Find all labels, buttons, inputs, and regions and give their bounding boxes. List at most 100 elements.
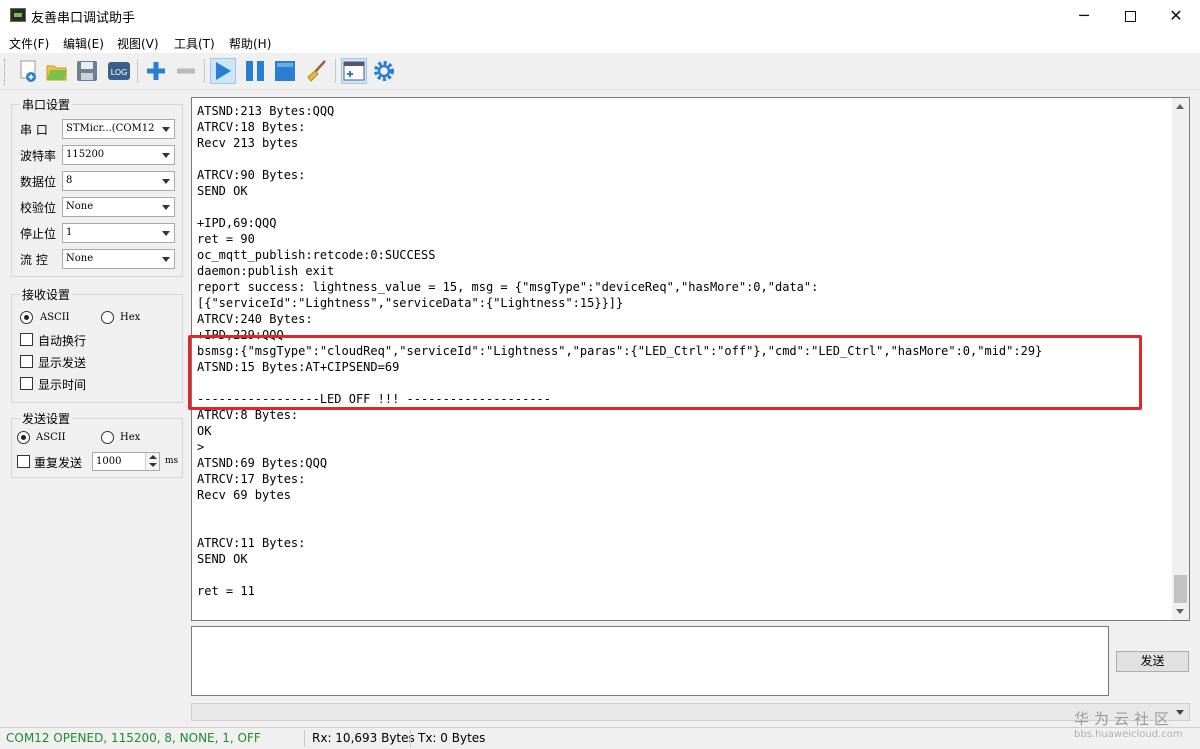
send-ascii-radio[interactable] (17, 431, 30, 444)
receive-line: Recv 69 bytes (197, 488, 291, 502)
watermark-sub: bbs.huaweicloud.com (1074, 729, 1183, 740)
menu-help[interactable]: 帮助(H) (229, 35, 271, 52)
receive-line: ATRCV:90 Bytes: (197, 168, 306, 182)
log-label: LOG (111, 68, 128, 77)
close-button[interactable]: ✕ (1153, 0, 1199, 31)
play-icon[interactable] (210, 58, 236, 84)
plus-icon[interactable] (143, 58, 169, 84)
chevron-down-icon (158, 224, 174, 242)
show-time-checkbox[interactable] (20, 377, 33, 390)
receive-line: ret = 90 (197, 232, 255, 246)
databits-label: 数据位 (20, 175, 57, 189)
parity-select[interactable]: None (62, 197, 175, 217)
receive-line: report success: lightness_value = 15, ms… (197, 280, 819, 294)
stop-icon[interactable] (272, 58, 298, 84)
repeat-interval-stepper[interactable]: 1000 (92, 452, 160, 471)
receive-line: SEND OK (197, 552, 248, 566)
toolbar-grip (4, 59, 7, 85)
receive-line (197, 519, 1167, 535)
toolbar-separator (335, 59, 336, 83)
watermark-main: 华为云社区 (1074, 710, 1175, 728)
baud-select[interactable]: 115200 (62, 145, 175, 165)
receive-line: [{"serviceId":"Lightness","serviceData":… (197, 296, 624, 310)
maximize-button[interactable] (1107, 0, 1153, 31)
gear-icon[interactable] (371, 58, 397, 84)
parity-label: 校验位 (20, 201, 57, 215)
send-settings-title: 发送设置 (20, 410, 73, 427)
toolbar: LOG (0, 53, 1200, 90)
app-icon (10, 8, 26, 22)
receive-line (197, 199, 1167, 215)
scroll-down-icon[interactable] (1172, 603, 1189, 620)
repeat-send-checkbox[interactable] (17, 455, 30, 468)
receive-ascii-radio[interactable] (20, 311, 33, 324)
receive-line: ret = 11 (197, 584, 255, 598)
send-button[interactable]: 发送 (1116, 651, 1189, 672)
receive-line (197, 567, 1167, 583)
receive-line: ATRCV:18 Bytes: (197, 120, 306, 134)
chevron-down-icon (158, 172, 174, 190)
stopbits-value: 1 (66, 227, 73, 238)
receive-hex-radio[interactable] (101, 311, 114, 324)
stopbits-select[interactable]: 1 (62, 223, 175, 243)
vertical-scrollbar[interactable] (1172, 98, 1189, 620)
receive-line: ATSND:213 Bytes:QQQ (197, 104, 335, 118)
receive-line (197, 151, 1167, 167)
port-label: 串 口 (20, 123, 48, 137)
open-icon[interactable] (44, 58, 70, 84)
flow-value: None (66, 253, 94, 264)
auto-newline-checkbox[interactable] (20, 333, 33, 346)
send-textarea[interactable] (191, 626, 1109, 696)
rx-count: Rx: 10,693 Bytes (312, 731, 415, 745)
receive-line: > (197, 440, 205, 454)
window-icon[interactable] (341, 58, 367, 84)
chevron-down-icon (158, 198, 174, 216)
new-icon[interactable] (16, 58, 42, 84)
pause-icon[interactable] (242, 58, 268, 84)
receive-line: daemon:publish exit (197, 264, 335, 278)
show-time-label: 显示时间 (38, 378, 87, 392)
connection-status: COM12 OPENED, 115200, 8, NONE, 1, OFF (6, 731, 261, 745)
flow-label: 流 控 (20, 253, 48, 267)
baud-label: 波特率 (20, 149, 57, 163)
receive-line: Recv 213 bytes (197, 136, 299, 150)
menu-edit[interactable]: 编辑(E) (63, 35, 104, 52)
receive-line: ATRCV:17 Bytes: (197, 472, 306, 486)
chevron-down-icon (158, 120, 174, 138)
minus-icon[interactable] (173, 58, 199, 84)
show-send-checkbox[interactable] (20, 355, 33, 368)
status-separator (304, 730, 305, 747)
send-hex-radio[interactable] (101, 431, 114, 444)
send-hex-label: Hex (120, 432, 141, 443)
show-send-label: 显示发送 (38, 356, 87, 370)
maximize-icon (1124, 11, 1136, 22)
databits-select[interactable]: 8 (62, 171, 175, 191)
toolbar-separator (137, 59, 138, 83)
menu-tools[interactable]: 工具(T) (174, 35, 215, 52)
menu-view[interactable]: 视图(V) (117, 35, 159, 52)
stepper-arrows-icon[interactable] (145, 453, 159, 470)
scroll-up-icon[interactable] (1172, 98, 1189, 115)
clear-brush-icon[interactable] (304, 58, 330, 84)
receive-line (197, 503, 1167, 519)
menu-file[interactable]: 文件(F) (9, 35, 49, 52)
interval-value: 1000 (96, 456, 122, 467)
horizontal-scrollbar[interactable] (191, 703, 1190, 721)
save-icon[interactable] (74, 58, 100, 84)
log-icon[interactable]: LOG (106, 58, 132, 84)
window-title: 友善串口调试助手 (31, 11, 136, 26)
receive-ascii-label: ASCII (40, 312, 70, 323)
port-select[interactable]: STMicr...(COM12 (62, 119, 175, 139)
databits-value: 8 (66, 175, 73, 186)
receive-line: SEND OK (197, 184, 248, 198)
status-separator (410, 730, 411, 747)
scroll-thumb[interactable] (1174, 575, 1187, 603)
receive-line: ATRCV:11 Bytes: (197, 536, 306, 550)
flow-select[interactable]: None (62, 249, 175, 269)
receive-hex-label: Hex (120, 312, 141, 323)
minimize-button[interactable]: ─ (1061, 0, 1107, 31)
interval-unit: ms (165, 456, 179, 466)
highlight-annotation (188, 335, 1142, 410)
chevron-down-icon (158, 250, 174, 268)
receive-settings-group: 接收设置 (11, 286, 183, 403)
